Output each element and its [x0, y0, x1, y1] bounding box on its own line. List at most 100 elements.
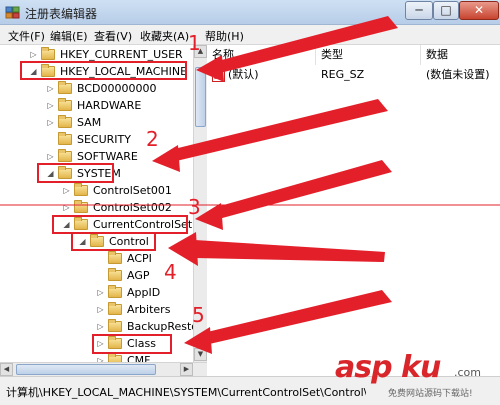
watermark-logo: asp ku	[335, 350, 441, 385]
folder-icon	[74, 200, 88, 213]
status-path: 计算机\HKEY_LOCAL_MACHINE\SYSTEM\CurrentCon…	[6, 386, 366, 399]
expand-arrow-icon[interactable]: ▷	[96, 318, 105, 335]
folder-icon	[58, 115, 72, 128]
tree-node-label: SOFTWARE	[77, 150, 138, 163]
tree-node-hkey-local-machine[interactable]: ◢ HKEY_LOCAL_MACHINE	[0, 63, 193, 80]
registry-editor-icon	[5, 6, 20, 19]
string-value-icon: ab	[212, 71, 225, 82]
tree-node-backupresto[interactable]: ▷ BackupResto	[0, 318, 198, 335]
close-button[interactable]: ✕	[459, 1, 499, 20]
folder-icon	[58, 132, 72, 145]
step-number-1: 1	[188, 31, 201, 55]
tree-node-label: HKEY_CURRENT_USER	[60, 48, 183, 61]
tree-node-software[interactable]: ▷ SOFTWARE	[0, 148, 193, 165]
tree-node-sam[interactable]: ▷ SAM	[0, 114, 193, 131]
tree-node-hardware[interactable]: ▷ HARDWARE	[0, 97, 193, 114]
tree-node-label: Arbiters	[127, 303, 171, 316]
tree-node-label: BCD00000000	[77, 82, 157, 95]
expand-arrow-icon[interactable]: ▷	[46, 97, 55, 114]
menu-file[interactable]: 文件(F)	[8, 28, 45, 44]
tree-node-system[interactable]: ◢ SYSTEM	[0, 165, 193, 182]
value-type: REG_SZ	[321, 68, 365, 81]
column-header-data[interactable]: 数据	[426, 45, 500, 65]
tree-node-appid[interactable]: ▷ AppID	[0, 284, 193, 301]
menu-bar: 文件(F) 编辑(E) 查看(V) 收藏夹(A) 帮助(H)	[0, 25, 500, 45]
title-bar: 注册表编辑器 ─ □ ✕	[0, 0, 500, 25]
expand-arrow-icon[interactable]: ▷	[62, 182, 71, 199]
folder-icon	[41, 64, 55, 77]
collapse-arrow-icon[interactable]: ◢	[78, 233, 87, 250]
tree-node-security[interactable]: SECURITY	[0, 131, 193, 148]
scroll-thumb[interactable]	[195, 67, 206, 127]
window-title: 注册表编辑器	[25, 7, 98, 21]
watermark-slogan: 免费网站源码下载站!	[388, 389, 473, 399]
menu-favorites[interactable]: 收藏夹(A)	[140, 28, 189, 44]
column-header-name[interactable]: 名称	[212, 45, 316, 65]
expand-arrow-icon[interactable]: ▷	[96, 335, 105, 352]
expand-arrow-icon[interactable]: ▷	[46, 114, 55, 131]
menu-help[interactable]: 帮助(H)	[205, 28, 244, 44]
expand-arrow-icon[interactable]: ▷	[96, 301, 105, 318]
folder-icon	[41, 47, 55, 60]
tree-horizontal-scrollbar[interactable]: ◀ ▶	[0, 362, 207, 376]
value-data: (数值未设置)	[426, 68, 490, 81]
expand-arrow-icon[interactable]: ▷	[96, 284, 105, 301]
tree-node-label: SYSTEM	[77, 167, 121, 180]
tree-node-label: ControlSet001	[93, 184, 172, 197]
tree-node-currentcontrolset[interactable]: ◢ CurrentControlSet	[0, 216, 193, 233]
collapse-arrow-icon[interactable]: ◢	[46, 165, 55, 182]
tree-node-label: BackupResto	[127, 320, 199, 333]
tree-node-arbiters[interactable]: ▷ Arbiters	[0, 301, 193, 318]
column-header-type[interactable]: 类型	[321, 45, 421, 65]
tree-node-label: AGP	[127, 269, 150, 282]
value-row-name[interactable]: ab (默认)	[212, 67, 259, 83]
tree-node-hkey-current-user[interactable]: ▷ HKEY_CURRENT_USER	[0, 46, 193, 63]
expand-arrow-icon[interactable]: ▷	[46, 80, 55, 97]
tree-node-label: HARDWARE	[77, 99, 142, 112]
collapse-arrow-icon[interactable]: ◢	[62, 216, 71, 233]
folder-icon	[90, 234, 104, 247]
hscroll-thumb[interactable]	[16, 364, 156, 375]
tree-node-label: SAM	[77, 116, 102, 129]
folder-icon	[108, 302, 122, 315]
collapse-arrow-icon[interactable]: ◢	[29, 63, 38, 80]
tree-node-control[interactable]: ◢ Control	[0, 233, 193, 250]
folder-icon	[58, 98, 72, 111]
tree-node-controlset001[interactable]: ▷ ControlSet001	[0, 182, 193, 199]
scroll-right-button[interactable]: ▶	[180, 363, 193, 376]
minimize-button[interactable]: ─	[405, 1, 433, 20]
folder-icon	[108, 251, 122, 264]
expand-arrow-icon[interactable]: ▷	[29, 46, 38, 63]
tree-node-bcd00000000[interactable]: ▷ BCD00000000	[0, 80, 193, 97]
value-name: (默认)	[228, 68, 259, 81]
menu-view[interactable]: 查看(V)	[94, 28, 132, 44]
tree-node-label: Class	[127, 337, 156, 350]
folder-icon	[108, 336, 122, 349]
tree-node-label: ACPI	[127, 252, 152, 265]
tree-node-label: HKEY_LOCAL_MACHINE	[60, 65, 188, 78]
tree-node-label: ControlSet002	[93, 201, 172, 214]
scroll-down-button[interactable]: ▼	[194, 348, 207, 361]
values-list: 名称 类型 数据 ab (默认) REG_SZ (数值未设置)	[208, 45, 500, 375]
folder-icon	[108, 319, 122, 332]
scroll-left-button[interactable]: ◀	[0, 363, 13, 376]
menu-edit[interactable]: 编辑(E)	[50, 28, 88, 44]
step-number-5: 5	[192, 303, 205, 327]
folder-icon	[108, 285, 122, 298]
tree-node-class[interactable]: ▷ Class	[0, 335, 193, 352]
expand-arrow-icon[interactable]: ▷	[62, 199, 71, 216]
tree-node-controlset002[interactable]: ▷ ControlSet002	[0, 199, 193, 216]
step-number-3: 3	[188, 195, 201, 219]
folder-icon	[74, 183, 88, 196]
tree-node-label: Control	[109, 235, 149, 248]
registry-tree: ▷ HKEY_CURRENT_USER ◢ HKEY_LOCAL_MACHINE ▷ BC…	[0, 45, 207, 375]
expand-arrow-icon[interactable]: ▷	[46, 148, 55, 165]
folder-icon	[58, 149, 72, 162]
tree-node-label: SECURITY	[77, 133, 131, 146]
step-number-4: 4	[164, 260, 177, 284]
maximize-button[interactable]: □	[433, 1, 459, 20]
folder-icon	[58, 81, 72, 94]
tree-node-label: CurrentControlSet	[93, 218, 193, 231]
step-number-2: 2	[146, 127, 159, 151]
folder-icon	[74, 217, 88, 230]
